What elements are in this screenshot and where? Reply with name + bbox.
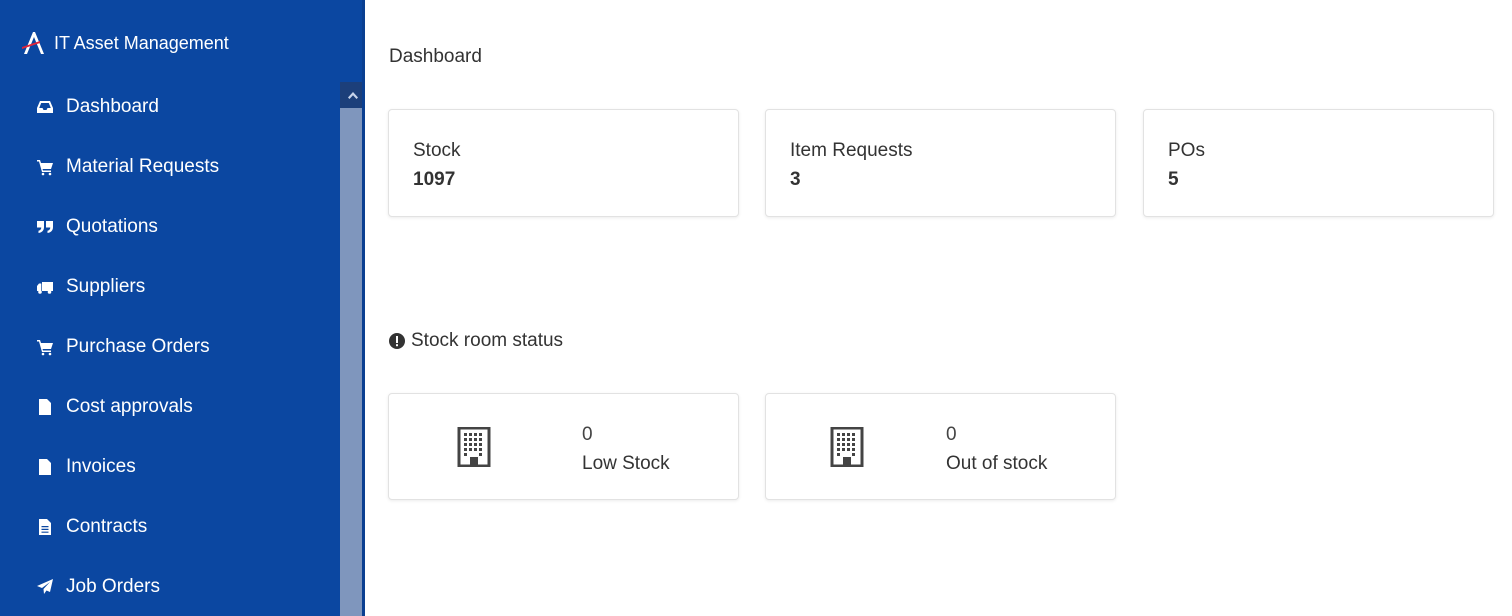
page-title: Dashboard [389,46,482,67]
file-icon [36,398,54,416]
stat-label: POs [1168,140,1205,161]
stat-value: 1097 [413,169,456,190]
exclamation-circle-icon [389,333,405,349]
sidebar-item-label: Purchase Orders [66,336,210,357]
brand[interactable]: IT Asset Management [20,26,229,60]
app-logo-icon [22,32,44,54]
sidebar-item-purchase-orders[interactable]: Purchase Orders [0,317,340,377]
stat-card-pos[interactable]: POs 5 [1143,109,1494,217]
cart-icon [36,338,54,356]
truck-icon [36,278,54,296]
out-of-stock-card[interactable]: 0 Out of stock [765,393,1116,500]
sidebar-nav: Dashboard Material Requests Quotations S… [0,77,340,616]
stat-value: 3 [790,169,801,190]
sidebar-item-contracts[interactable]: Contracts [0,497,340,557]
sidebar-item-label: Cost approvals [66,396,193,417]
out-of-stock-count: 0 [946,424,957,445]
sidebar-item-label: Dashboard [66,96,159,117]
stat-card-item-requests[interactable]: Item Requests 3 [765,109,1116,217]
file-text-icon [36,518,54,536]
sidebar-item-job-orders[interactable]: Job Orders [0,557,340,616]
quote-icon [36,218,54,236]
file-icon [36,458,54,476]
building-icon [830,427,864,467]
sidebar-item-label: Invoices [66,456,136,477]
app-title: IT Asset Management [54,32,229,53]
sidebar-item-suppliers[interactable]: Suppliers [0,257,340,317]
app-root: IT Asset Management Dashboard Material R… [0,0,1512,616]
sidebar-item-label: Quotations [66,216,158,237]
inbox-icon [36,98,54,116]
sidebar-item-dashboard[interactable]: Dashboard [0,77,340,137]
section-title: Stock room status [411,330,564,351]
sidebar-item-label: Material Requests [66,156,220,177]
stat-label: Item Requests [790,140,913,161]
chevron-up-icon [347,92,358,99]
stat-value: 5 [1168,169,1179,190]
sidebar-item-label: Contracts [66,516,148,537]
low-stock-card[interactable]: 0 Low Stock [388,393,739,500]
sidebar-item-cost-approvals[interactable]: Cost approvals [0,377,340,437]
stat-label: Stock [413,140,461,161]
paper-plane-icon [36,578,54,596]
cart-icon [36,158,54,176]
sidebar: IT Asset Management Dashboard Material R… [0,0,365,616]
sidebar-item-label: Suppliers [66,276,146,297]
sidebar-item-material-requests[interactable]: Material Requests [0,137,340,197]
main-content: Dashboard Stock 1097 Item Requests 3 POs… [365,0,1512,616]
stat-card-stock[interactable]: Stock 1097 [388,109,739,217]
low-stock-label: Low Stock [582,453,670,474]
sidebar-item-invoices[interactable]: Invoices [0,437,340,497]
low-stock-count: 0 [582,424,593,445]
building-icon [457,427,491,467]
sidebar-item-quotations[interactable]: Quotations [0,197,340,257]
out-of-stock-label: Out of stock [946,453,1048,474]
stock-room-status-heading: Stock room status [389,330,563,352]
sidebar-item-label: Job Orders [66,576,160,597]
